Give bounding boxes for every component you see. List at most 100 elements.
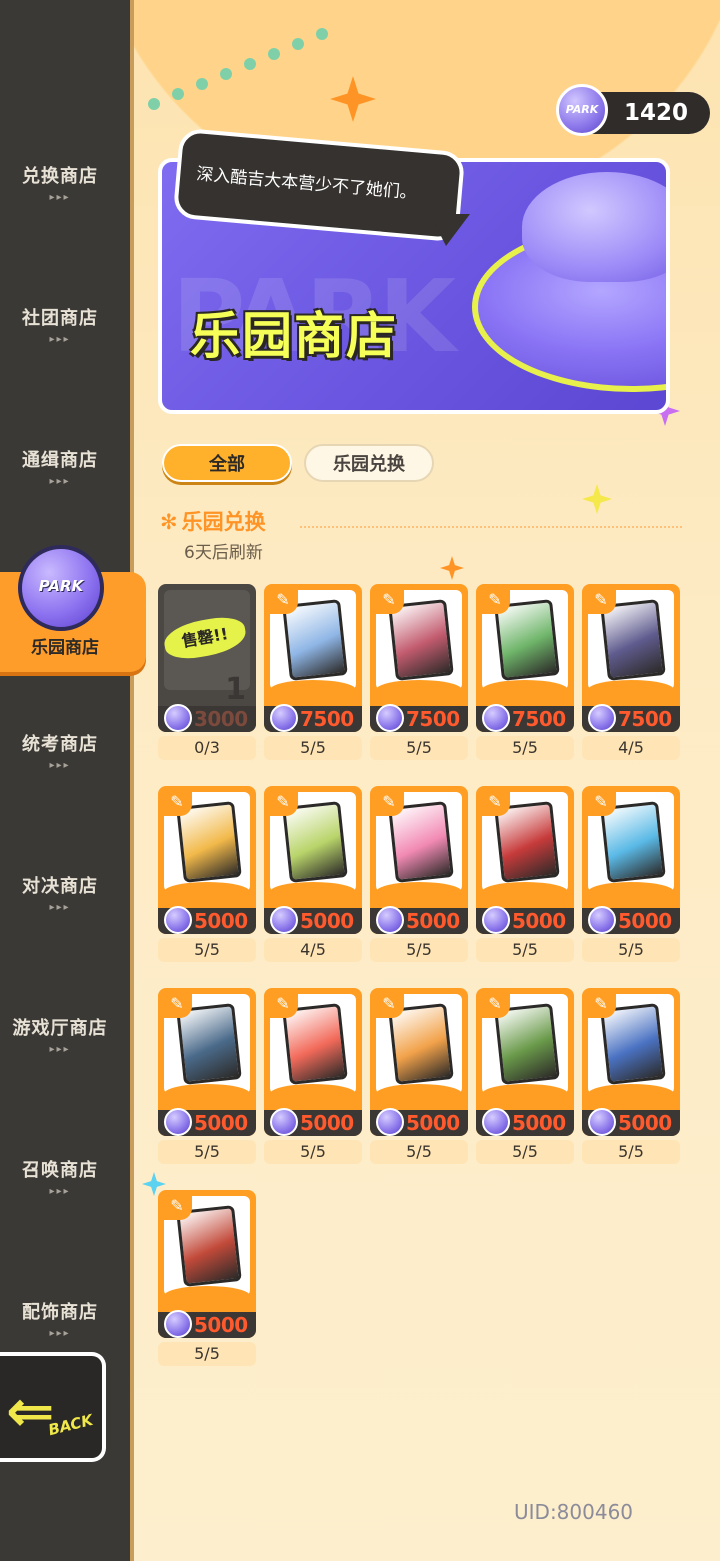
back-button[interactable]: ⇐ BACK: [0, 1352, 106, 1462]
item-type-icon: ✎: [162, 790, 192, 816]
item-price: 5000: [194, 1313, 248, 1337]
item-stock: 5/5: [194, 1344, 220, 1363]
sidebar-item-summon[interactable]: 召唤商店 ▸▸▸: [0, 1144, 120, 1214]
item-price: 5000: [406, 909, 460, 933]
sidebar-item-wanted[interactable]: 通缉商店 ▸▸▸: [0, 434, 120, 504]
item-type-icon: ✎: [586, 588, 616, 614]
shop-item-card[interactable]: ✎ 5000 5/5: [370, 988, 468, 1164]
shop-item-card[interactable]: 售罄!! 1 3000 0/3: [158, 584, 256, 760]
shop-item-card[interactable]: ✎ 5000 5/5: [158, 786, 256, 962]
item-price: 5000: [618, 909, 672, 933]
shop-item-card[interactable]: ✎ 7500 4/5: [582, 584, 680, 760]
item-count: 1: [225, 672, 246, 707]
item-type-icon: ✎: [268, 588, 298, 614]
item-stock: 5/5: [406, 1142, 432, 1161]
item-stock: 5/5: [512, 940, 538, 959]
sidebar-item-accessory[interactable]: 配饰商店 ▸▸▸: [0, 1286, 120, 1356]
shop-item-card[interactable]: ✎ 5000 4/5: [264, 786, 362, 962]
park-badge-icon: PARK: [18, 545, 104, 631]
sidebar-item-club[interactable]: 社团商店 ▸▸▸: [0, 292, 120, 362]
item-stock: 5/5: [406, 940, 432, 959]
shop-item-card[interactable]: ✎ 7500 5/5: [370, 584, 468, 760]
item-stock: 5/5: [618, 1142, 644, 1161]
park-coin-icon: [376, 906, 404, 934]
item-price: 5000: [194, 909, 248, 933]
item-type-icon: ✎: [586, 790, 616, 816]
park-coin-icon: [588, 704, 616, 732]
sidebar-item-label: 配饰商店: [22, 1302, 98, 1323]
sidebar-item-dots: ▸▸▸: [49, 1044, 71, 1055]
item-stock: 5/5: [512, 1142, 538, 1161]
sidebar-item-dots: ▸▸▸: [49, 1328, 71, 1339]
shop-item-card[interactable]: ✎ 5000 5/5: [582, 786, 680, 962]
item-type-icon: ✎: [586, 992, 616, 1018]
card-wave: [482, 1084, 568, 1104]
item-price: 7500: [512, 707, 566, 731]
shop-item-card[interactable]: ✎ 5000 5/5: [582, 988, 680, 1164]
item-price: 5000: [194, 1111, 248, 1135]
park-coin-icon: [164, 1108, 192, 1136]
card-wave: [270, 882, 356, 902]
tab-all[interactable]: 全部: [162, 444, 292, 482]
park-coin-icon: [164, 906, 192, 934]
sidebar-item-dots: ▸▸▸: [49, 192, 71, 203]
item-type-icon: ✎: [480, 992, 510, 1018]
item-stock: 5/5: [194, 1142, 220, 1161]
park-coin-icon: PARK: [556, 84, 608, 136]
card-wave: [164, 1286, 250, 1306]
tab-park-exchange[interactable]: 乐园兑换: [304, 444, 434, 482]
sidebar-item-arcade[interactable]: 游戏厅商店 ▸▸▸: [0, 1002, 120, 1072]
item-stock: 4/5: [300, 940, 326, 959]
item-type-icon: ✎: [162, 1194, 192, 1220]
sidebar-item-dots: ▸▸▸: [49, 334, 71, 345]
park-coin-icon: [588, 906, 616, 934]
park-coin-icon: [482, 1108, 510, 1136]
sidebar-item-exam[interactable]: 统考商店 ▸▸▸: [0, 718, 120, 788]
section-title: ✻ 乐园兑换: [160, 506, 266, 536]
sidebar-item-label: 兑换商店: [22, 166, 98, 187]
shop-item-card[interactable]: ✎ 5000 5/5: [158, 1190, 256, 1366]
sidebar-item-label: 游戏厅商店: [12, 1018, 108, 1039]
item-type-icon: ✎: [268, 992, 298, 1018]
park-coin-icon: [270, 704, 298, 732]
currency-display: PARK 1420: [556, 84, 710, 136]
shop-item-card[interactable]: ✎ 5000 5/5: [158, 988, 256, 1164]
park-coin-icon: [376, 1108, 404, 1136]
shop-item-card[interactable]: ✎ 7500 5/5: [476, 584, 574, 760]
sidebar-item-label: 通缉商店: [22, 450, 98, 471]
shop-item-card[interactable]: ✎ 5000 5/5: [476, 786, 574, 962]
park-coin-icon: [270, 906, 298, 934]
sidebar-item-dots: ▸▸▸: [49, 1186, 71, 1197]
coin-text: PARK: [565, 103, 599, 116]
section-divider: [300, 526, 682, 528]
park-coin-icon: [588, 1108, 616, 1136]
flower-icon: ✻: [160, 510, 178, 534]
item-stock: 5/5: [300, 738, 326, 757]
card-wave: [588, 680, 674, 700]
sidebar-item-duel[interactable]: 对决商店 ▸▸▸: [0, 860, 120, 930]
sidebar-item-dots: ▸▸▸: [49, 476, 71, 487]
shop-item-card[interactable]: ✎ 5000 5/5: [264, 988, 362, 1164]
item-price: 7500: [618, 707, 672, 731]
sidebar-item-label: 统考商店: [22, 734, 98, 755]
item-price: 7500: [300, 707, 354, 731]
item-stock: 5/5: [194, 940, 220, 959]
sidebar-item-label: 对决商店: [22, 876, 98, 897]
card-wave: [376, 1084, 462, 1104]
item-type-icon: ✎: [268, 790, 298, 816]
item-type-icon: ✎: [162, 992, 192, 1018]
sidebar-item-dots: ▸▸▸: [49, 902, 71, 913]
shop-item-card[interactable]: ✎ 5000 5/5: [476, 988, 574, 1164]
currency-value: 1420: [624, 100, 689, 126]
speech-text: 深入酷吉大本营少不了她们。: [195, 164, 418, 204]
section-title-text: 乐园兑换: [181, 510, 266, 534]
card-wave: [588, 1084, 674, 1104]
shop-item-card[interactable]: ✎ 7500 5/5: [264, 584, 362, 760]
card-wave: [270, 1084, 356, 1104]
item-stock: 5/5: [406, 738, 432, 757]
ufo-dome-illustration: [522, 172, 666, 282]
park-coin-icon: [164, 704, 192, 732]
park-coin-icon: [164, 1310, 192, 1338]
sidebar-item-exchange[interactable]: 兑换商店 ▸▸▸: [0, 150, 120, 220]
shop-item-card[interactable]: ✎ 5000 5/5: [370, 786, 468, 962]
